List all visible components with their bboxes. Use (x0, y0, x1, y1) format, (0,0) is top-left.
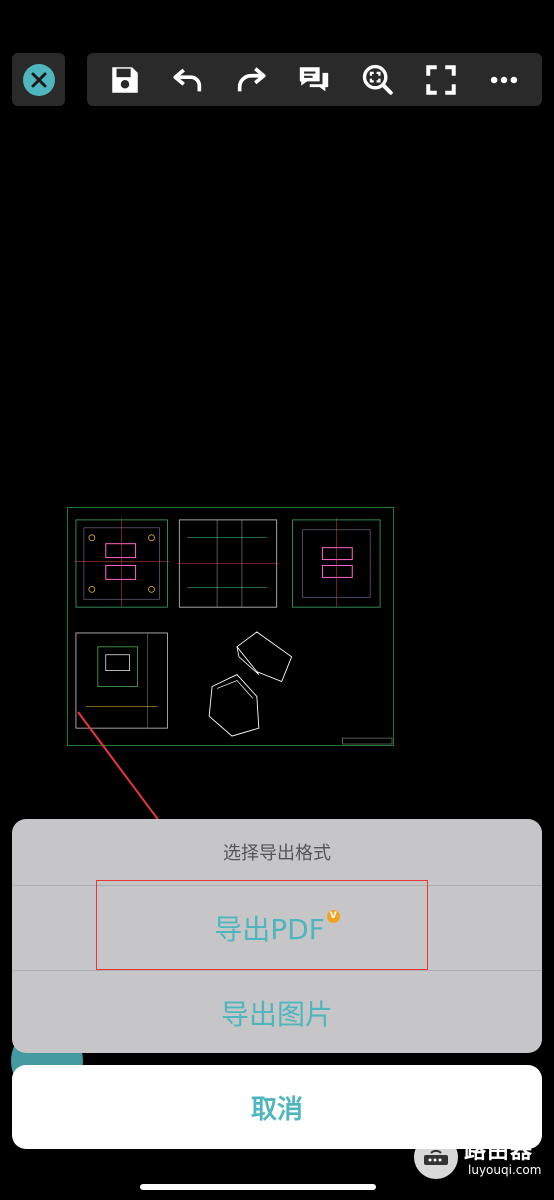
top-toolbar (87, 53, 542, 106)
watermark-logo: 路由器 luyouqi.com (412, 1113, 554, 1185)
redo-icon (238, 66, 266, 91)
cad-drawing-image (73, 517, 393, 745)
cad-drawing-canvas[interactable] (67, 507, 394, 746)
save-button[interactable] (103, 58, 147, 102)
more-button[interactable] (482, 58, 526, 102)
close-button[interactable] (12, 53, 65, 106)
fullscreen-button[interactable] (419, 58, 463, 102)
home-indicator (140, 1184, 376, 1190)
watermark-title: 路由器 (464, 1139, 534, 1164)
export-format-sheet: 选择导出格式 导出PDF V 导出图片 (12, 819, 542, 1053)
close-icon (22, 63, 55, 96)
vip-badge: V (326, 909, 340, 923)
export-pdf-button[interactable]: 导出PDF V (12, 886, 542, 970)
fullscreen-icon (426, 64, 456, 95)
zoom-fit-icon (362, 64, 393, 95)
undo-icon (173, 68, 202, 91)
export-pdf-label: 导出PDF (214, 913, 325, 946)
zoom-fit-button[interactable] (356, 58, 400, 102)
watermark-subtitle: luyouqi.com (468, 1163, 542, 1177)
undo-button[interactable] (166, 58, 210, 102)
sheet-title: 选择导出格式 (12, 819, 542, 886)
export-image-button[interactable]: 导出图片 (12, 970, 542, 1053)
comment-button[interactable] (292, 58, 336, 102)
redo-button[interactable] (229, 58, 273, 102)
save-icon (111, 66, 138, 93)
router-icon (414, 1135, 458, 1179)
export-image-label: 导出图片 (220, 998, 333, 1031)
more-icon (491, 76, 518, 83)
comment-icon (300, 66, 329, 91)
